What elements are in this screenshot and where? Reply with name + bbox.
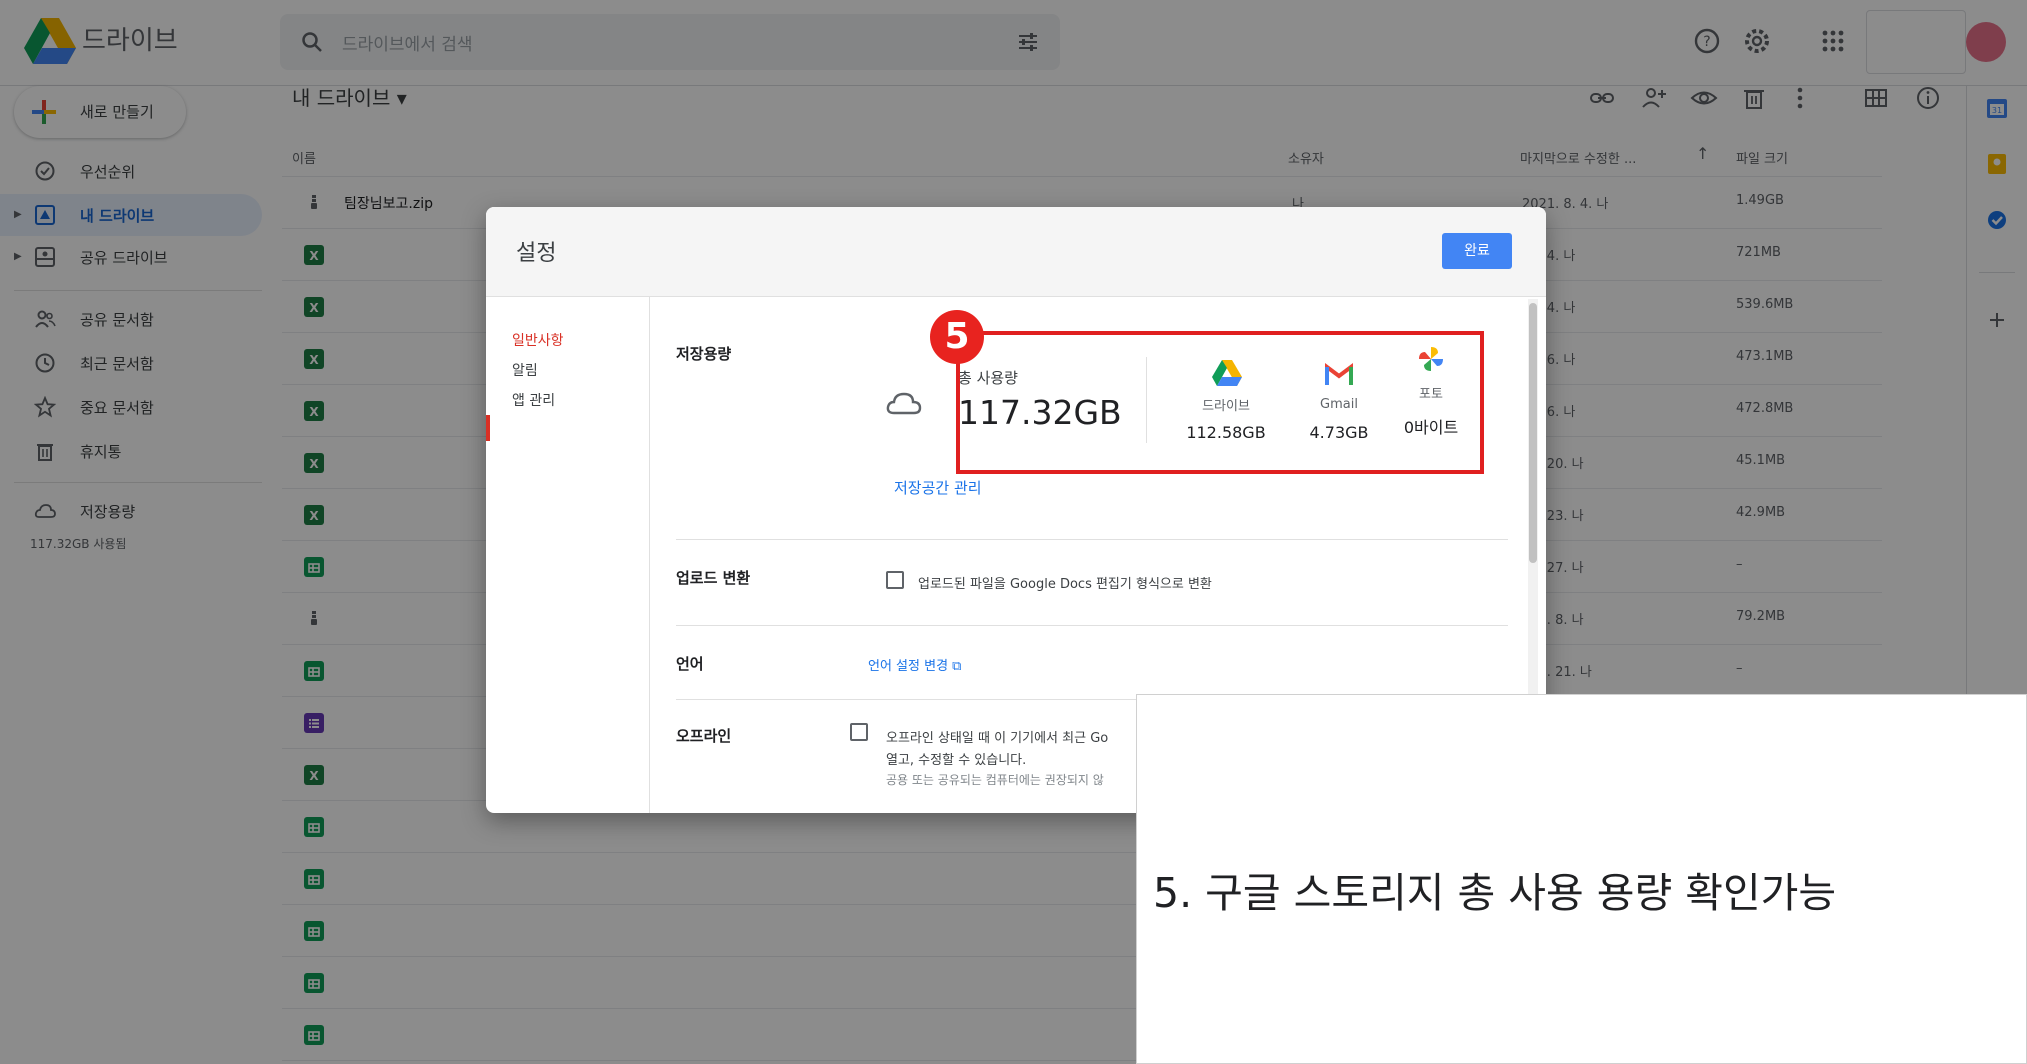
offline-description-line2: 열고, 수정할 수 있습니다. <box>886 753 1027 768</box>
language-settings-link[interactable]: 언어 설정 변경 ⧉ <box>868 655 961 674</box>
manage-storage-link[interactable]: 저장공간 관리 <box>894 477 982 498</box>
cloud-icon <box>886 392 922 415</box>
dialog-title: 설정 <box>516 241 557 266</box>
offline-description-line1: 오프라인 상태일 때 이 기기에서 최근 Go <box>886 731 1109 746</box>
section-divider <box>676 539 1508 540</box>
scrollbar-thumb[interactable] <box>1529 303 1537 563</box>
done-button[interactable]: 완료 <box>1442 233 1512 269</box>
settings-nav-notifications[interactable]: 알림 <box>512 360 538 380</box>
offline-section-label: 오프라인 <box>676 727 732 745</box>
active-indicator <box>486 415 490 441</box>
settings-nav-manage-apps[interactable]: 앱 관리 <box>512 390 555 410</box>
convert-uploads-label: 업로드된 파일을 Google Docs 편집기 형식으로 변환 <box>918 577 1212 592</box>
highlight-box <box>956 331 1484 474</box>
dialog-header: 설정 완료 <box>486 207 1546 297</box>
caption-text: 5. 구글 스토리지 총 사용 용량 확인가능 <box>1153 869 1837 917</box>
offline-checkbox[interactable] <box>850 723 868 741</box>
caption-panel: 5. 구글 스토리지 총 사용 용량 확인가능 <box>1136 694 2027 1064</box>
section-divider <box>676 625 1508 626</box>
language-section-label: 언어 <box>676 655 704 673</box>
convert-uploads-checkbox[interactable] <box>886 571 904 589</box>
settings-nav: 일반사항 알림 앱 관리 <box>486 297 650 813</box>
settings-nav-general[interactable]: 일반사항 <box>512 330 564 350</box>
storage-section-label: 저장용량 <box>676 345 732 363</box>
step-badge: 5 <box>930 310 984 364</box>
offline-description-note: 공용 또는 공유되는 컴퓨터에는 권장되지 않 <box>886 773 1104 787</box>
upload-section-label: 업로드 변환 <box>676 569 751 587</box>
